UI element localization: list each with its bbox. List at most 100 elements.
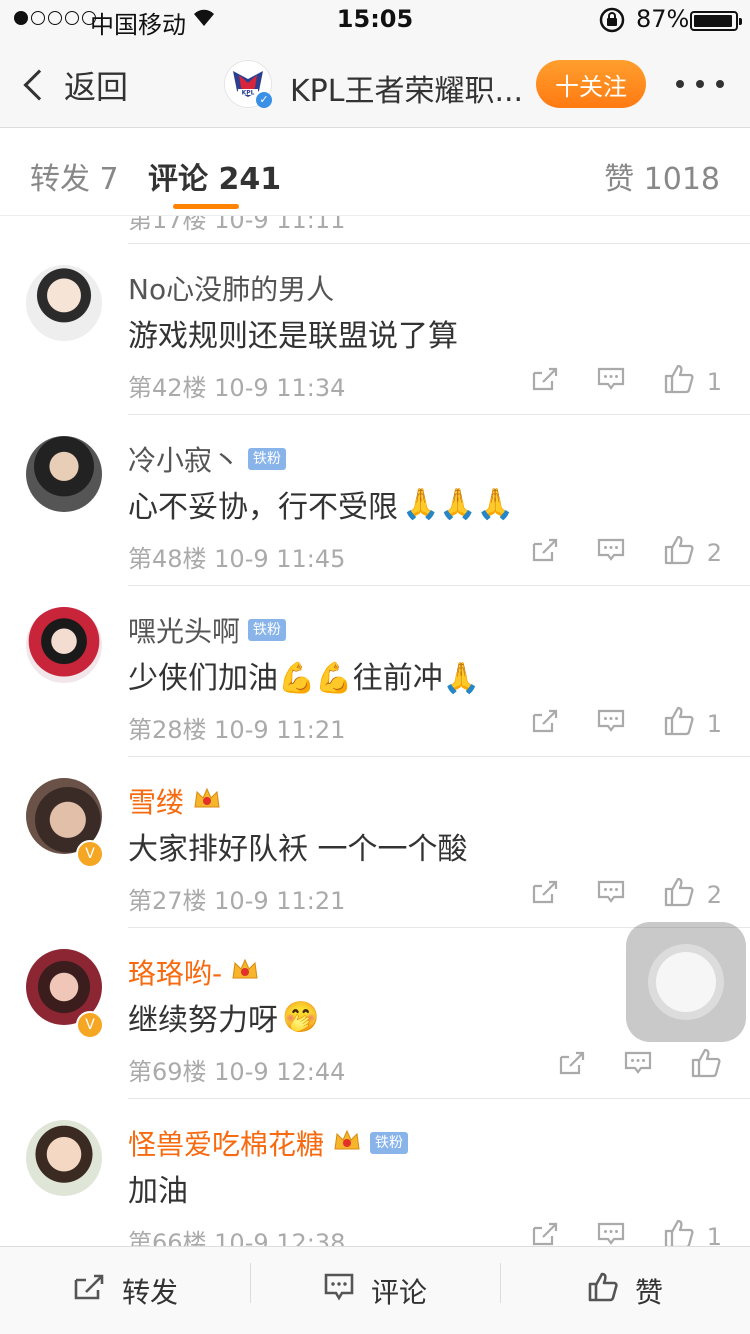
comment-list[interactable]: 第17楼 10-9 11:11 No心没肺的男人 游戏规则还是联盟说了算 第42楼 … [0,216,750,1246]
comment-body: 加油 [128,1174,188,1209]
comment-text: 加油 [128,1166,188,1210]
active-tab-indicator [173,204,239,209]
share-icon [531,1221,559,1246]
list-item[interactable]: 嘿光头啊 铁粉 少侠们加油💪💪往前冲🙏 第28楼 10-9 11:21 1 [0,586,750,757]
comment-body: 心不妥协，行不受限 [128,490,398,525]
list-item[interactable]: V 雪缕大家排好队袄 一个一个酸第27楼 10-9 11:21 2 [0,757,750,928]
comment-button[interactable]: 评论 [250,1247,500,1334]
share-icon [531,708,559,740]
fan-badge: 铁粉 [370,1132,409,1154]
thumbs-up-icon [690,1047,722,1085]
reply-button[interactable] [624,1050,652,1082]
battery-percent: 87% [636,5,690,33]
comment-actions: 1 [493,363,722,401]
author-name: 嘿光头啊 [128,615,241,648]
comment-text: 心不妥协，行不受限 🙏🙏🙏 [128,482,514,526]
nav-bar: 返回 KPL ✓ KPL王者荣耀职... 十关注 [0,40,750,128]
assistive-touch-button[interactable] [626,922,746,1042]
thumbs-up-icon [663,363,695,401]
reply-button[interactable] [597,708,625,740]
status-bar: 中国移动 15:05 87% [0,0,750,40]
share-icon [531,879,559,911]
comment-meta: 第17楼 10-9 11:11 [128,216,346,234]
back-label: 返回 [64,68,129,106]
thumbs-up-icon [587,1271,619,1310]
comment-meta: 第69楼 10-9 12:44 [128,1058,346,1086]
rotation-lock-icon [598,6,626,40]
author-name: 冷小寂丶 [128,444,241,477]
more-options-icon[interactable] [676,80,724,88]
comment-actions: 2 [493,534,722,572]
like-comment-button[interactable]: 2 [663,534,722,572]
avatar[interactable] [26,607,102,683]
comment-actions: 1 [493,705,722,743]
tab-bar: 转发 7 评论 241 赞 1018 [0,129,750,216]
comment-icon [597,708,625,740]
list-item[interactable]: 冷小寂丶 铁粉 心不妥协，行不受限 🙏🙏🙏 第48楼 10-9 11:45 2 [0,415,750,586]
share-icon [558,1050,586,1082]
emoji: 🙏🙏🙏 [402,486,515,522]
follow-button[interactable]: 十关注 [536,60,646,108]
comment-actions: 1 [493,1218,722,1246]
comment-meta: 第48楼 10-9 11:45 [128,545,346,573]
comment-actions [520,1047,722,1085]
author-name: No心没肺的男人 [128,273,335,306]
verified-icon: ✓ [256,92,272,108]
repost-button[interactable]: 转发 [0,1247,250,1334]
comment-author[interactable]: 珞珞哟- [128,952,260,992]
fan-badge: 铁粉 [248,448,287,470]
like-comment-button[interactable]: 1 [663,705,722,743]
repost-comment-button[interactable] [531,366,559,398]
thumbs-up-icon [663,876,695,914]
reply-button[interactable] [597,366,625,398]
thumbs-up-icon [663,1218,695,1246]
tab-repost[interactable]: 转发 7 [30,154,119,198]
like-count: 1 [706,710,722,738]
author-name: 雪缕 [128,786,185,819]
comment-meta: 第27楼 10-9 11:21 [128,887,346,915]
like-comment-button[interactable]: 1 [663,1218,722,1246]
repost-comment-button[interactable] [558,1050,586,1082]
reply-button[interactable] [597,879,625,911]
repost-comment-button[interactable] [531,537,559,569]
comment-author[interactable]: 冷小寂丶 铁粉 [128,439,287,479]
list-item[interactable]: No心没肺的男人 游戏规则还是联盟说了算 第42楼 10-9 11:34 1 [0,244,750,415]
like-count: 2 [706,881,722,909]
comment-author[interactable]: 雪缕 [128,781,222,821]
comment-icon [597,537,625,569]
comment-icon [597,879,625,911]
like-comment-button[interactable]: 1 [663,363,722,401]
comment-text: 游戏规则还是联盟说了算 [128,311,458,355]
comment-text: 少侠们加油💪💪往前冲🙏 [128,653,480,697]
back-button[interactable]: 返回 [18,62,128,108]
avatar[interactable] [26,1120,102,1196]
like-comment-button[interactable]: 2 [663,876,722,914]
avatar[interactable] [26,436,102,512]
like-button[interactable]: 赞 [500,1247,750,1334]
share-icon [531,366,559,398]
like-count: 1 [706,368,722,396]
like-comment-button[interactable] [690,1047,722,1085]
comment-text: 大家排好队袄 一个一个酸 [128,824,468,868]
list-item-partial: 第17楼 10-9 11:11 [128,216,750,244]
comment-author[interactable]: 怪兽爱吃棉花糖 铁粉 [128,1123,409,1163]
list-item[interactable]: 怪兽爱吃棉花糖 铁粉 加油 第66楼 10-9 12:38 1 [0,1099,750,1246]
share-icon [531,537,559,569]
crown-icon [332,1127,362,1160]
reply-button[interactable] [597,1221,625,1246]
comment-meta: 第28楼 10-9 11:21 [128,716,346,744]
thumbs-up-icon [663,534,695,572]
repost-comment-button[interactable] [531,1221,559,1246]
crown-icon [192,785,222,818]
comment-body: 继续努力呀 [128,1003,278,1038]
thumbs-up-icon [663,705,695,743]
comment-author[interactable]: No心没肺的男人 [128,268,334,308]
share-icon [72,1272,106,1309]
verified-icon: V [76,840,104,868]
repost-comment-button[interactable] [531,879,559,911]
tab-likes[interactable]: 赞 1018 [604,154,720,198]
avatar[interactable] [26,265,102,341]
repost-comment-button[interactable] [531,708,559,740]
reply-button[interactable] [597,537,625,569]
comment-author[interactable]: 嘿光头啊 铁粉 [128,610,287,650]
